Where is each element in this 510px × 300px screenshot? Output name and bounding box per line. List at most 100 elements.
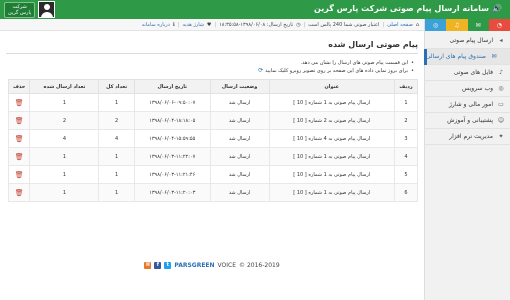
header-title[interactable]: عنوان [268, 79, 396, 94]
footer-product: VOICE [217, 261, 237, 269]
lightbulb-icon: ✦ [498, 133, 504, 140]
status-cell: ارسال شد [209, 111, 270, 130]
sidebar-item[interactable]: ◂ ارسال پیام صوتی [425, 33, 510, 49]
sent-cell: 1 [29, 147, 100, 166]
globe-icon[interactable]: ◎ [425, 19, 447, 31]
user-box[interactable]: شرکت پارس گرین [4, 0, 56, 19]
sent-cell: 2 [29, 111, 100, 130]
sidebar-item-label: مدیریت نرم افزار [449, 133, 493, 140]
footer: ⌘ f t PARSGREEN VOICE © 2016-2019 [0, 258, 424, 272]
date-cell: ۱۳۹۸/۰۶/۰۳-۱۱:۲۰:۰۳ [133, 183, 211, 202]
title-cell: ارسال پیام صوتی به 1 شماره [ 10 ] [268, 93, 396, 112]
date-cell: ۱۳۹۸/۰۶/۰۴-۱۵:۵۹:۵۵ [133, 129, 211, 148]
trash-icon[interactable]: 🗑 [15, 117, 24, 125]
home-icon: ⌂ [415, 21, 419, 28]
sent-messages-table: ردیف عنوان وضعیت ارسال تاریخ ارسال تعداد… [7, 79, 418, 202]
datetime-text: تاریخ ارسال: ۱۳۹۸/۰۶/۰۸-۱۸:۳۵:۵۸ [219, 21, 294, 28]
about-link[interactable]: درباره سامانه [142, 22, 170, 28]
trash-icon[interactable]: 🗑 [15, 171, 24, 179]
row-number-cell: 3 [394, 129, 418, 148]
table-row: 3 ارسال پیام صوتی به 4 شماره [ 10 ] ارسال … [7, 129, 418, 148]
sidebar-item-label: ارسال پیام صوتی [449, 37, 493, 44]
trash-icon[interactable]: 🗑 [15, 189, 24, 197]
total-cell: 2 [98, 111, 135, 130]
header-row-number[interactable]: ردیف [394, 79, 418, 94]
total-cell: 1 [98, 93, 135, 112]
sidebar-item-label: پشتیبانی و آموزش [447, 117, 493, 124]
status-cell: ارسال شد [209, 93, 270, 112]
note-item: برای بروز نمایی داده های این صفحه بر روی… [6, 67, 414, 75]
avatar[interactable] [38, 1, 56, 18]
facebook-icon[interactable]: f [154, 261, 162, 269]
sidebar-menu: ◂ ارسال پیام صوتی ✉ صندوق پیام های ارسالی ♪ ف… [424, 33, 510, 145]
twitter-icon[interactable]: t [164, 261, 172, 269]
sidebar-color-tabs: ◎ ♫ ✉ ◔ [425, 19, 510, 31]
sidebar-item-label: صندوق پیام های ارسالی [425, 53, 486, 60]
refresh-icon[interactable]: ⟳ [258, 67, 263, 74]
home-link[interactable]: صفحه اصلی [387, 22, 413, 28]
bullhorn-icon[interactable]: ✉ [467, 19, 489, 31]
header-date[interactable]: تاریخ ارسال [133, 79, 211, 94]
trash-icon[interactable]: 🗑 [15, 153, 24, 161]
trash-icon[interactable]: 🗑 [15, 99, 24, 107]
note-item: این قسمت پیام صوتی های ارسال را نشان می … [6, 59, 414, 67]
row-number-cell: 5 [394, 165, 418, 184]
envelope-icon: ✉ [491, 53, 497, 60]
sent-cell: 1 [29, 165, 100, 184]
sidebar-item-label: وب سرویس [461, 85, 493, 92]
status-cell: ارسال شد [209, 129, 270, 148]
headphones-icon[interactable]: ♫ [446, 19, 468, 31]
arrow-left-icon: ◂ [499, 37, 503, 44]
title-cell: ارسال پیام صوتی به 1 شماره [ 10 ] [268, 165, 396, 184]
app-title: 🔊 سامانه ارسال پیام صوتی شرکت پارس گرین [314, 4, 502, 13]
sidebar-item[interactable]: ◎ وب سرویس [425, 81, 510, 97]
sidebar-item-label: امور مالی و شارژ [448, 101, 493, 108]
delete-cell: 🗑 [7, 183, 31, 202]
table-row: 4 ارسال پیام صوتی به 1 شماره [ 10 ] ارسال … [7, 147, 418, 166]
trash-icon[interactable]: 🗑 [15, 135, 24, 143]
sidebar-item[interactable]: ✦ مدیریت نرم افزار [425, 129, 510, 145]
pie-chart-icon[interactable]: ◔ [488, 19, 510, 31]
total-cell: 1 [98, 147, 135, 166]
row-number-cell: 6 [394, 183, 418, 202]
date-cell: ۱۳۹۸/۰۶/۰۳-۱۱:۲۲:۰۷ [133, 147, 211, 166]
page-title: پیام صوتی ارسال شده [6, 40, 418, 54]
sidebar-item[interactable]: ▭ امور مالی و شارژ [425, 97, 510, 113]
delete-cell: 🗑 [7, 93, 31, 112]
globe-icon: ◎ [498, 85, 504, 92]
gift-charge-link[interactable]: شارژ هدیه [182, 22, 203, 28]
header-delete: حذف [7, 79, 31, 94]
status-cell: ارسال شد [209, 183, 270, 202]
sidebar-item[interactable]: ☺ پشتیبانی و آموزش [425, 113, 510, 129]
sidebar-item[interactable]: ✉ صندوق پیام های ارسالی [424, 49, 510, 65]
status-cell: ارسال شد [209, 147, 270, 166]
sidebar-item-label: فایل های صوتی [453, 69, 493, 76]
heart-icon: ♥ [206, 21, 212, 28]
table-row: 1 ارسال پیام صوتی به 1 شماره [ 10 ] ارسال … [7, 93, 418, 112]
credit-card-icon: ▭ [498, 101, 504, 108]
rss-icon[interactable]: ⌘ [144, 261, 152, 269]
sent-cell: 1 [29, 93, 100, 112]
header-sent[interactable]: تعداد ارسال شده [29, 79, 100, 94]
user-name: پارس گرین [8, 9, 32, 16]
info-icon: ℹ [172, 21, 175, 28]
row-number-cell: 1 [394, 93, 418, 112]
info-bar: ⌂ صفحه اصلی | اعتبار صوتی شما 240 پالس ا… [0, 19, 424, 31]
top-bar: 🔊 سامانه ارسال پیام صوتی شرکت پارس گرین … [0, 0, 510, 19]
sound-icon: 🔊 [492, 4, 502, 13]
table-header-row: ردیف عنوان وضعیت ارسال تاریخ ارسال تعداد… [7, 79, 418, 94]
delete-cell: 🗑 [7, 129, 31, 148]
header-total[interactable]: تعداد کل [98, 79, 135, 94]
total-cell: 1 [98, 165, 135, 184]
sidebar-item[interactable]: ♪ فایل های صوتی [425, 65, 510, 81]
header-status[interactable]: وضعیت ارسال [209, 79, 270, 94]
main-content: پیام صوتی ارسال شده این قسمت پیام صوتی ه… [0, 31, 424, 271]
sent-cell: 4 [29, 129, 100, 148]
user-name-badge[interactable]: شرکت پارس گرین [4, 1, 36, 18]
credit-text: اعتبار صوتی شما 240 پالس است [308, 21, 380, 28]
delete-cell: 🗑 [7, 147, 31, 166]
sidebar: ◎ ♫ ✉ ◔ ◂ ارسال پیام صوتی ✉ صندوق پیام های … [424, 19, 510, 300]
table-row: 2 ارسال پیام صوتی به 2 شماره [ 10 ] ارسال … [7, 111, 418, 130]
date-cell: ۱۳۹۸/۰۶/۰۴-۱۸:۱۸:۰۵ [133, 111, 211, 130]
row-number-cell: 2 [394, 111, 418, 130]
